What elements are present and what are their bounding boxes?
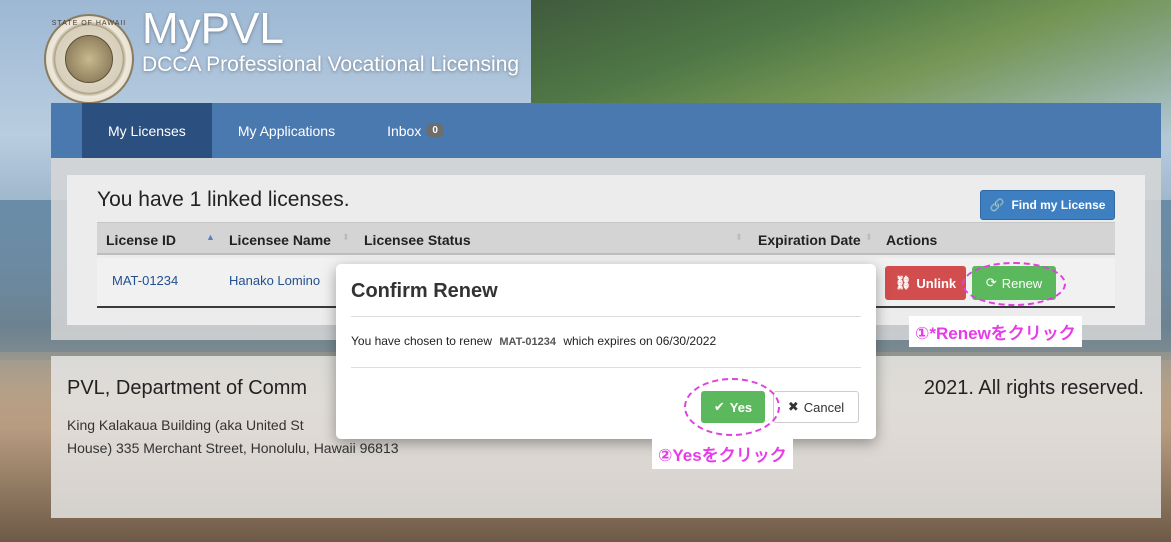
unlink-icon: ⛓ bbox=[894, 275, 912, 290]
tab-label: My Licenses bbox=[108, 122, 186, 139]
footer-copyright: 2021. All rights reserved. bbox=[923, 377, 1144, 399]
licenses-heading: You have 1 linked licenses. bbox=[97, 188, 350, 211]
annotation-step1: ①*Renewをクリック bbox=[909, 316, 1082, 347]
column-header-licensee-name[interactable]: Licensee Name bbox=[229, 223, 331, 256]
sort-icon[interactable]: ⬍ bbox=[735, 232, 743, 243]
footer-address-line1: King Kalakaua Building (aka United St bbox=[67, 417, 304, 433]
unlink-button[interactable]: ⛓ Unlink bbox=[885, 266, 966, 300]
tab-label: My Applications bbox=[237, 122, 336, 139]
license-id-link[interactable]: MAT-01234 bbox=[112, 273, 178, 288]
message-prefix: You have chosen to renew bbox=[351, 334, 492, 348]
annotation-ring-yes bbox=[684, 378, 780, 436]
column-header-expiration-date[interactable]: Expiration Date bbox=[758, 223, 861, 256]
annotation-step2: ②Yesをクリック bbox=[652, 438, 793, 469]
app-subtitle: DCCA Professional Vocational Licensing bbox=[142, 53, 520, 76]
annotation-ring-renew bbox=[962, 262, 1066, 306]
message-suffix: which expires on 06/30/2022 bbox=[563, 334, 717, 348]
tab-my-licenses[interactable]: My Licenses bbox=[82, 103, 212, 158]
dialog-message: You have chosen to renew MAT-01234 which… bbox=[351, 334, 716, 348]
close-icon: ✖ bbox=[787, 399, 799, 414]
sort-icon[interactable]: ⬍ bbox=[342, 232, 350, 243]
seal-emblem bbox=[65, 35, 113, 83]
divider bbox=[351, 316, 861, 317]
column-header-actions: Actions bbox=[886, 231, 938, 248]
link-icon: 🔗 bbox=[989, 198, 1005, 212]
sort-icon[interactable]: ⬍ bbox=[865, 232, 873, 243]
tab-my-applications[interactable]: My Applications bbox=[212, 103, 361, 158]
tab-label: Inbox bbox=[387, 122, 422, 139]
seal-text: STATE OF HAWAII bbox=[51, 20, 127, 27]
column-header-licensee-status[interactable]: Licensee Status bbox=[364, 223, 471, 256]
confirm-renew-dialog: Confirm Renew You have chosen to renew M… bbox=[336, 264, 876, 439]
dialog-title: Confirm Renew bbox=[351, 280, 498, 302]
footer-title: PVL, Department of Comm bbox=[67, 377, 308, 399]
find-my-license-button[interactable]: 🔗 Find my License bbox=[980, 190, 1115, 220]
footer-address-line2: House) 335 Merchant Street, Honolulu, Ha… bbox=[67, 440, 399, 456]
licenses-table-header: License ID ▲ Licensee Name ⬍ Licensee St… bbox=[97, 222, 1115, 255]
column-header-license-id[interactable]: License ID bbox=[106, 223, 176, 256]
licensee-name-link[interactable]: Hanako Lomino bbox=[229, 273, 320, 288]
state-seal-logo: STATE OF HAWAII bbox=[44, 14, 134, 104]
app-title: MyPVL bbox=[142, 4, 284, 53]
find-button-label: Find my License bbox=[1011, 198, 1106, 212]
tab-inbox[interactable]: Inbox 0 bbox=[361, 103, 470, 158]
main-nav: My Licenses My Applications Inbox 0 bbox=[51, 103, 1161, 158]
sort-asc-icon[interactable]: ▲ bbox=[206, 232, 215, 242]
unlink-label: Unlink bbox=[916, 275, 957, 291]
divider bbox=[351, 367, 861, 368]
inbox-count-badge: 0 bbox=[426, 123, 444, 138]
cancel-button[interactable]: ✖ Cancel bbox=[773, 391, 859, 423]
message-license-id: MAT-01234 bbox=[499, 336, 556, 348]
cancel-label: Cancel bbox=[803, 399, 845, 415]
